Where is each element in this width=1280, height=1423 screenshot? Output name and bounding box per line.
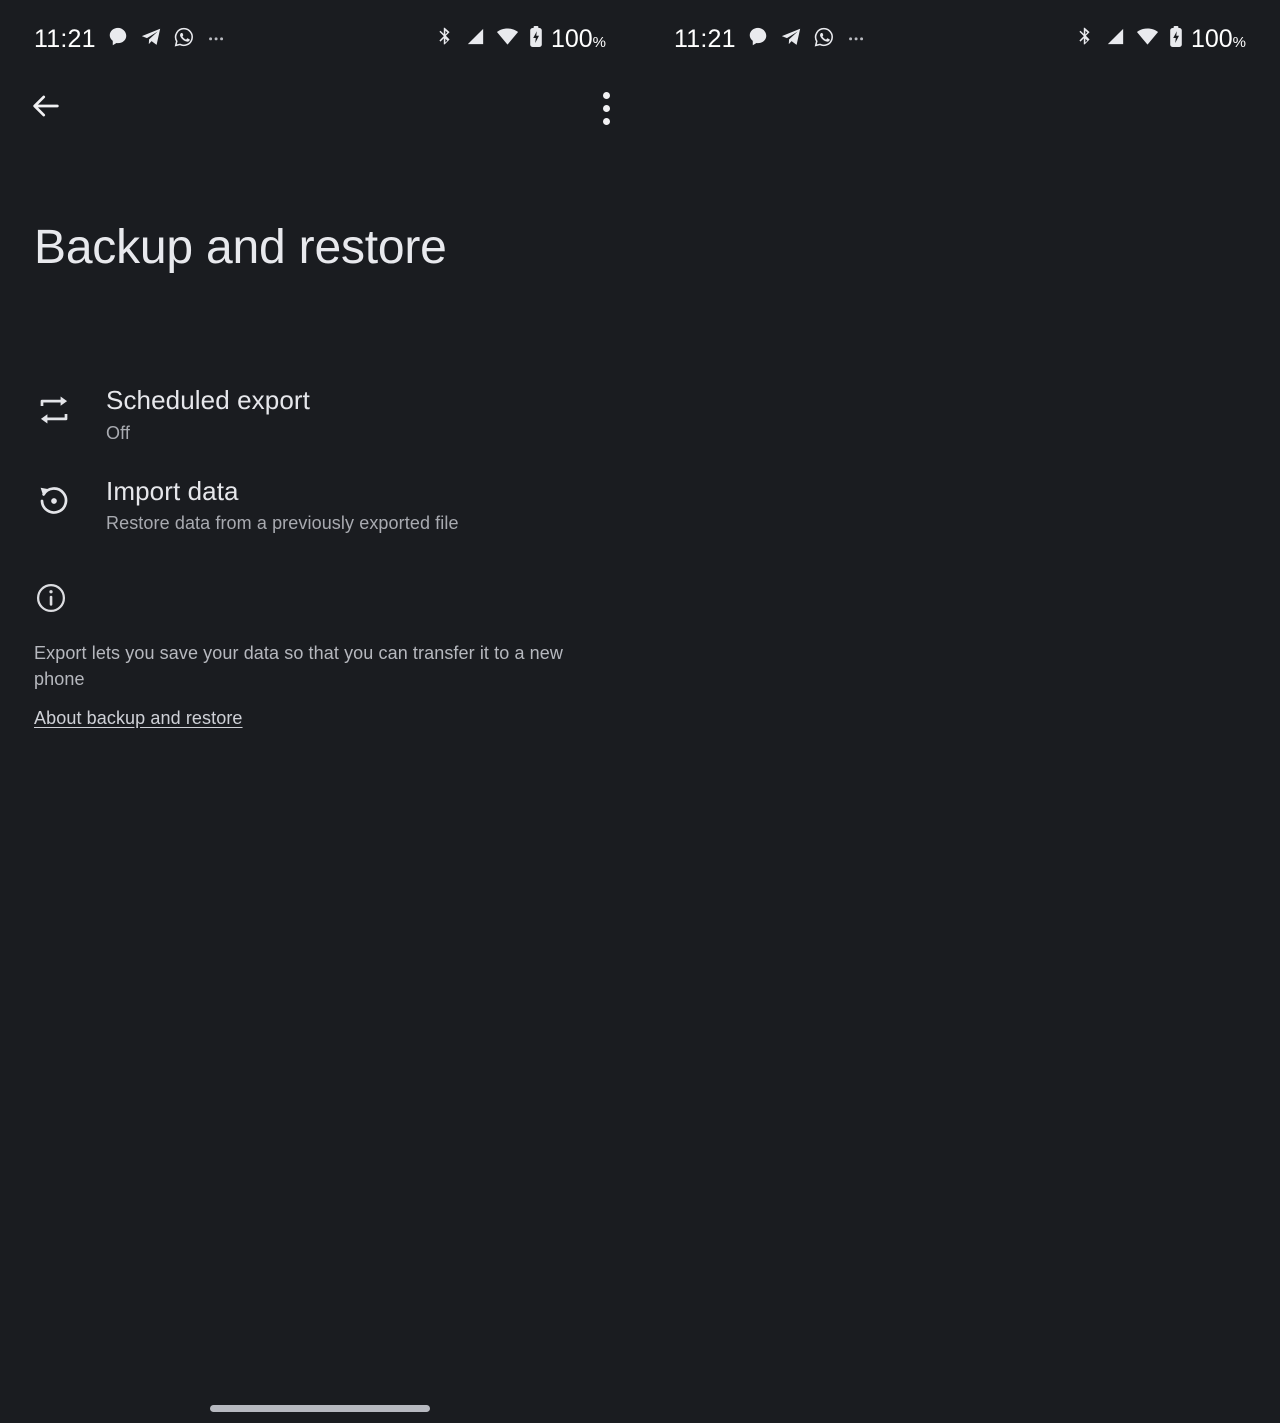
right-panel-scheduled-export-dialog: 11:21 100% xyxy=(640,0,1280,1423)
battery-percent-label: 100% xyxy=(550,24,606,53)
bluetooth-icon xyxy=(434,25,455,53)
chat-bubble-icon xyxy=(747,26,769,53)
overflow-menu-button[interactable] xyxy=(582,84,630,132)
battery-charging-icon xyxy=(528,25,544,54)
settings-list: Scheduled export Off Import data Restore… xyxy=(0,368,640,550)
info-footer: Export lets you save your data so that y… xyxy=(0,578,640,729)
battery-charging-icon xyxy=(1168,25,1184,54)
more-notifications-icon xyxy=(206,26,228,53)
info-description: Export lets you save your data so that y… xyxy=(34,643,563,690)
info-icon xyxy=(34,578,74,618)
list-item-title: Import data xyxy=(106,475,239,506)
status-bar-left-group: 11:21 xyxy=(34,25,228,54)
list-item-scheduled-export[interactable]: Scheduled export Off xyxy=(0,368,640,459)
cellular-signal-icon xyxy=(464,25,487,53)
list-item-subtitle: Off xyxy=(106,422,130,443)
overflow-menu-icon xyxy=(602,91,610,99)
whatsapp-icon xyxy=(813,26,835,53)
wifi-icon xyxy=(1136,25,1159,53)
wifi-icon xyxy=(496,25,519,53)
app-bar xyxy=(0,78,640,136)
info-icon-wrapper xyxy=(0,578,640,618)
list-item-subtitle: Restore data from a previously exported … xyxy=(106,513,459,534)
back-button[interactable] xyxy=(22,84,70,132)
whatsapp-icon xyxy=(173,26,195,53)
about-backup-and-restore-link[interactable]: About backup and restore xyxy=(0,708,277,729)
list-item-text: Scheduled export Off xyxy=(106,382,310,445)
list-item-text: Import data Restore data from a previous… xyxy=(106,473,459,536)
list-item-title: Scheduled export xyxy=(106,385,310,415)
more-notifications-icon xyxy=(846,26,868,53)
dual-pane-screenshot: 11:21 100% Backup and restore Scheduled … xyxy=(0,0,1280,1423)
list-item-import-data[interactable]: Import data Restore data from a previous… xyxy=(0,459,640,550)
gesture-nav-bar-left[interactable] xyxy=(210,1405,430,1412)
telegram-icon xyxy=(780,26,802,53)
battery-percent-label: 100% xyxy=(1190,24,1246,53)
back-arrow-icon xyxy=(29,89,63,128)
status-bar-left: 11:21 100% xyxy=(0,0,640,78)
page-title: Backup and restore xyxy=(34,221,447,274)
overflow-menu-icon xyxy=(602,117,610,125)
telegram-icon xyxy=(140,26,162,53)
status-bar-clock: 11:21 xyxy=(674,24,736,53)
chat-bubble-icon xyxy=(107,26,129,53)
status-bar-clock: 11:21 xyxy=(34,24,96,53)
repeat-icon xyxy=(34,390,74,430)
status-bar-right-group: 100% xyxy=(1074,25,1246,54)
status-bar-left-group: 11:21 xyxy=(674,25,868,54)
cellular-signal-icon xyxy=(1104,25,1127,53)
left-panel-backup-and-restore: 11:21 100% Backup and restore Scheduled … xyxy=(0,0,640,1423)
bluetooth-icon xyxy=(1074,25,1095,53)
status-bar-right: 11:21 100% xyxy=(640,0,1280,78)
restore-icon xyxy=(34,481,74,521)
overflow-menu-icon xyxy=(602,104,610,112)
status-bar-right-group: 100% xyxy=(434,25,606,54)
